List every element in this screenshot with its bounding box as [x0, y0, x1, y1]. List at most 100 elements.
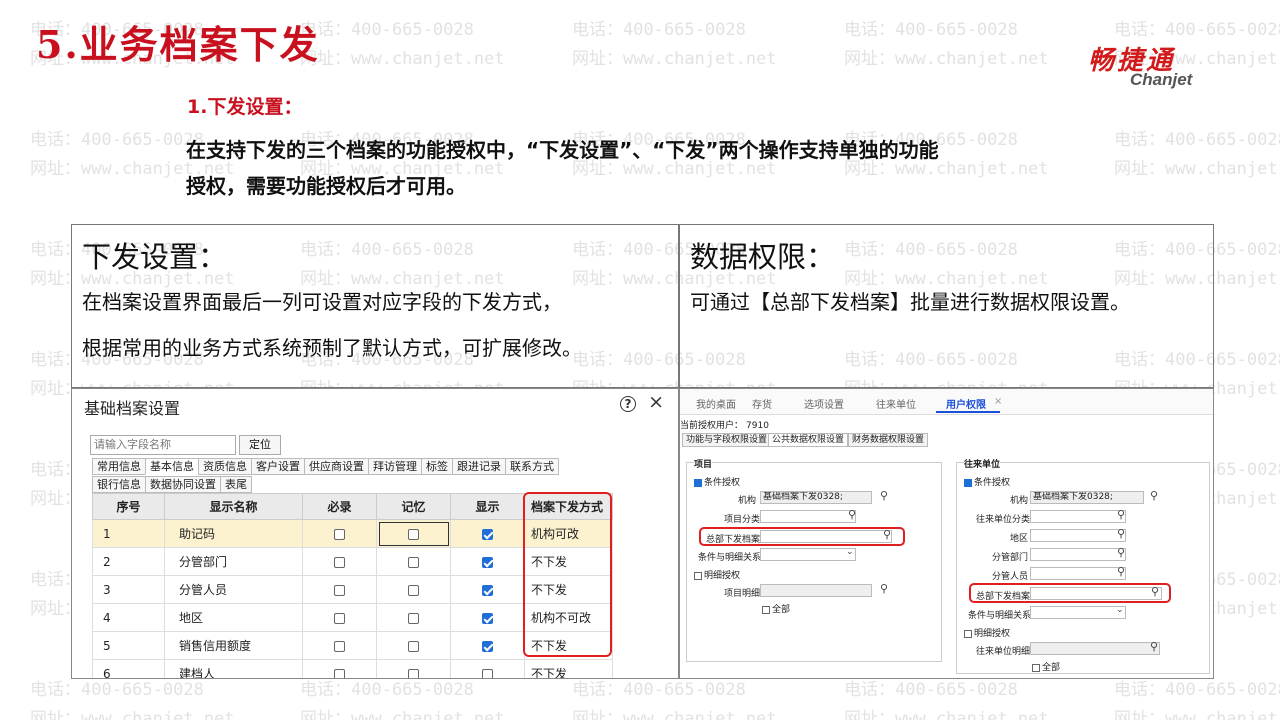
memory-checkbox[interactable] [408, 640, 419, 652]
chevron-down-icon[interactable]: ⌄ [846, 547, 854, 557]
project-org-field[interactable]: 基础档案下发0328; [760, 491, 872, 504]
tab-function-field[interactable]: 功能与字段权限设置 [682, 433, 772, 447]
nav-tab[interactable]: 我的桌面 [696, 396, 736, 411]
partner-cond-auth[interactable]: 条件授权 [964, 475, 1010, 488]
partner-all[interactable]: 全部 [1032, 660, 1060, 673]
watermark-site: 网址：www.chanjet.net [844, 49, 1049, 69]
tab-finance-data[interactable]: 财务数据权限设置 [848, 433, 929, 447]
checkbox-icon[interactable] [762, 605, 770, 614]
partner-relation-select[interactable] [1030, 606, 1126, 619]
dialog-tab[interactable]: 跟进记录 [452, 458, 506, 475]
dialog-tab[interactable]: 银行信息 [92, 476, 146, 493]
search-icon[interactable]: ⚲ [1150, 489, 1158, 502]
search-icon[interactable]: ⚲ [880, 489, 888, 502]
project-class-field[interactable] [760, 510, 856, 523]
intro-text: 在支持下发的三个档案的功能授权中，“下发设置”、“下发”两个操作支持单独的功能授… [186, 138, 939, 198]
partner-region-field[interactable] [1030, 529, 1126, 542]
checkbox-icon[interactable] [964, 629, 972, 638]
required-checkbox[interactable] [334, 612, 345, 624]
memory-checkbox[interactable] [408, 584, 419, 596]
memory-checkbox[interactable] [408, 612, 419, 624]
project-relation-label: 条件与明细关系 [698, 553, 762, 563]
issue-mode-cell[interactable]: 不下发 [524, 659, 613, 678]
show-checkbox[interactable] [482, 668, 493, 678]
required-cell [302, 631, 377, 660]
required-checkbox[interactable] [334, 640, 345, 652]
dialog-tab[interactable]: 拜访管理 [368, 458, 422, 475]
column-header[interactable]: 序号 [92, 493, 165, 520]
search-icon[interactable]: ⚲ [1117, 508, 1125, 521]
required-checkbox[interactable] [334, 584, 345, 596]
dialog-tab[interactable]: 常用信息 [92, 458, 146, 475]
column-header[interactable]: 记忆 [376, 493, 451, 520]
dialog-tabs: 常用信息 基本信息 资质信息 客户设置 供应商设置 拜访管理 标签 跟进记录 联系方式银行信息数… [92, 458, 612, 494]
watermark-phone: 电话：400-665-0028 [1114, 130, 1280, 150]
checkbox-icon[interactable] [694, 478, 702, 487]
field-search-input[interactable]: 请输入字段名称 [90, 435, 236, 455]
partner-dept-field[interactable] [1030, 548, 1126, 561]
partner-detail-auth-label: 明细授权 [974, 629, 1011, 639]
dialog-tab[interactable]: 客户设置 [251, 458, 305, 475]
dialog-controls: ? × [620, 391, 670, 413]
project-all[interactable]: 全部 [762, 602, 790, 615]
locate-button[interactable]: 定位 [239, 435, 281, 455]
column-header[interactable]: 必录 [302, 493, 377, 520]
search-icon[interactable]: ⚲ [1150, 640, 1158, 653]
dialog-tab[interactable]: 资质信息 [198, 458, 252, 475]
memory-cell [376, 519, 451, 548]
watermark-site: 网址：www.chanjet.net [572, 709, 777, 720]
slide-title: 5.业务档案下发 [36, 22, 320, 67]
close-icon[interactable]: × [994, 396, 1002, 407]
search-icon[interactable]: ⚲ [1117, 546, 1125, 559]
show-checkbox[interactable] [482, 640, 493, 652]
search-icon[interactable]: ⚲ [880, 582, 888, 595]
nav-tab[interactable]: 往来单位 [876, 396, 916, 411]
project-detail-field[interactable] [760, 584, 872, 597]
checkbox-icon[interactable] [964, 478, 972, 487]
close-icon[interactable]: × [648, 391, 670, 413]
nav-tab[interactable]: 用户权限 [946, 396, 986, 411]
active-tab-underline [936, 411, 1000, 413]
tab-public-data[interactable]: 公共数据权限设置 [768, 433, 849, 447]
dialog-tab[interactable]: 标签 [421, 458, 453, 475]
show-cell [450, 519, 525, 548]
dialog-tab[interactable]: 表尾 [220, 476, 252, 493]
project-relation-select[interactable] [760, 548, 856, 561]
table-row[interactable]: 6 建档人 不下发 [92, 659, 613, 678]
help-icon[interactable]: ? [620, 396, 637, 412]
search-icon[interactable]: ⚲ [1117, 565, 1125, 578]
required-checkbox[interactable] [334, 528, 345, 540]
chevron-down-icon[interactable]: ⌄ [1116, 605, 1124, 615]
project-cond-auth[interactable]: 条件授权 [694, 475, 740, 488]
partner-org-field[interactable]: 基础档案下发0328; [1030, 491, 1144, 504]
show-checkbox[interactable] [482, 556, 493, 568]
required-checkbox[interactable] [334, 556, 345, 568]
partner-staff-field[interactable] [1030, 567, 1126, 580]
show-checkbox[interactable] [482, 528, 493, 540]
partner-detail-auth[interactable]: 明细授权 [964, 626, 1010, 639]
nav-tab[interactable]: 存货 [752, 396, 772, 411]
column-header[interactable]: 显示 [450, 493, 525, 520]
checkbox-icon[interactable] [1032, 663, 1040, 672]
partner-detail-field[interactable] [1030, 642, 1160, 655]
search-icon[interactable]: ⚲ [1117, 527, 1125, 540]
watermark-site: 网址：www.chanjet.net [300, 709, 505, 720]
dialog-tab[interactable]: 供应商设置 [304, 458, 369, 475]
partner-class-field[interactable] [1030, 510, 1126, 523]
column-header[interactable]: 显示名称 [164, 493, 303, 520]
watermark-site: 网址：www.chanjet.net [30, 709, 235, 720]
memory-checkbox[interactable] [408, 528, 419, 540]
memory-checkbox[interactable] [408, 556, 419, 568]
dialog-tab[interactable]: 数据协同设置 [145, 476, 221, 493]
show-checkbox[interactable] [482, 584, 493, 596]
watermark-phone: 电话：400-665-0028 [300, 680, 474, 700]
memory-checkbox[interactable] [408, 668, 419, 678]
nav-tab[interactable]: 选项设置 [804, 396, 844, 411]
dialog-tab[interactable]: 联系方式 [505, 458, 559, 475]
search-icon[interactable]: ⚲ [848, 508, 856, 521]
show-checkbox[interactable] [482, 612, 493, 624]
checkbox-icon[interactable] [694, 571, 702, 580]
project-detail-auth[interactable]: 明细授权 [694, 568, 740, 581]
required-checkbox[interactable] [334, 668, 345, 678]
dialog-tab[interactable]: 基本信息 [145, 458, 199, 475]
